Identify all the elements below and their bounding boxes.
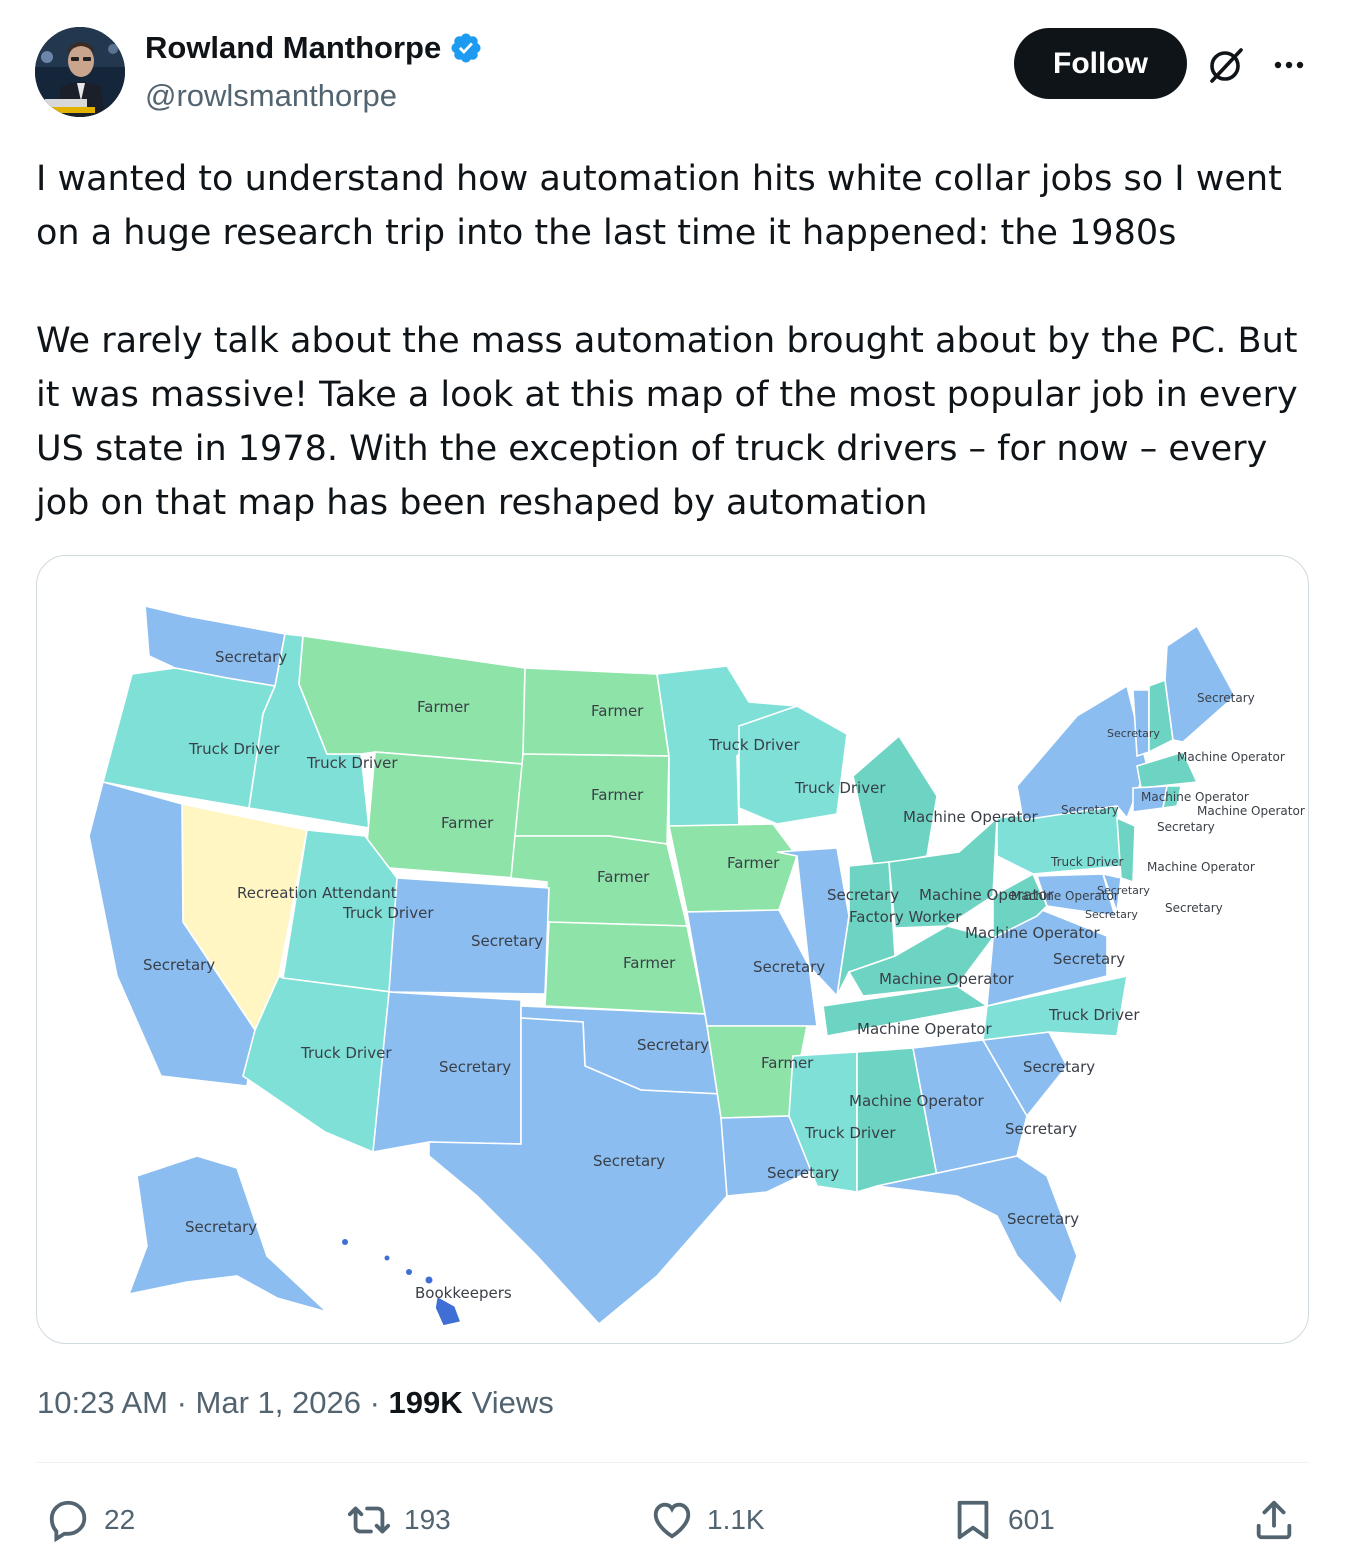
action-bar: 22 193 1.1K 601 [0, 1488, 1347, 1552]
views-label: Views [471, 1385, 554, 1420]
state-label-ms: Truck Driver [804, 1124, 896, 1142]
state-label-ri: Machine Operator [1197, 804, 1305, 818]
map-image[interactable]: Secretary Truck Driver Truck Driver Farmer F… [36, 555, 1309, 1344]
state-label-la: Secretary [767, 1164, 839, 1182]
state-label-nj: Machine Operator [1147, 860, 1255, 874]
bookmark-button[interactable]: 601 [950, 1488, 1055, 1552]
state-label-ks: Farmer [623, 954, 676, 972]
repost-button[interactable]: 193 [346, 1488, 451, 1552]
meta-separator-2: · [360, 1385, 389, 1420]
state-label-ny: Secretary [1061, 803, 1119, 817]
state-label-ma: Machine Operator [1141, 790, 1249, 804]
state-label-nh: Machine Operator [1177, 750, 1285, 764]
state-mi [852, 734, 938, 867]
state-or [102, 667, 277, 809]
state-label-va: Secretary [1053, 950, 1125, 968]
state-label-md: Secretary [1085, 908, 1138, 921]
state-mt [298, 635, 526, 765]
state-label-mo: Secretary [753, 958, 825, 976]
state-label-wa: Secretary [215, 648, 287, 666]
state-label-ca: Secretary [143, 956, 215, 974]
state-label-dc: Secretary [1165, 901, 1223, 915]
author-handle[interactable]: @rowlsmanthorpe [145, 78, 397, 114]
state-label-pa: Truck Driver [1050, 855, 1123, 869]
divider [36, 1462, 1309, 1463]
like-button[interactable]: 1.1K [649, 1488, 765, 1552]
meta-separator: · [167, 1385, 196, 1420]
tweet-date[interactable]: Mar 1, 2026 [196, 1385, 361, 1421]
reply-button[interactable]: 22 [46, 1488, 135, 1552]
state-label-wy: Farmer [441, 814, 494, 832]
state-label-ne: Farmer [597, 868, 650, 886]
state-label-nc: Truck Driver [1048, 1006, 1140, 1024]
state-label-ky: Machine Operator [879, 970, 1015, 988]
state-ny [1016, 684, 1148, 821]
state-label-nm: Secretary [439, 1058, 511, 1076]
state-label-nv: Recreation Attendant [237, 884, 397, 902]
repost-count: 193 [404, 1504, 451, 1535]
state-label-az: Truck Driver [300, 1044, 392, 1062]
state-me [1164, 624, 1237, 743]
state-label-ar: Farmer [761, 1054, 814, 1072]
like-count: 1.1K [707, 1504, 765, 1535]
state-label-ok: Secretary [637, 1036, 709, 1054]
tweet-text: I wanted to understand how automation hi… [36, 152, 1306, 530]
more-icon[interactable] [1266, 42, 1312, 88]
state-label-co: Secretary [471, 932, 543, 950]
state-label-wv: Machine Operator [965, 924, 1101, 942]
author-name-row[interactable]: Rowland Manthorpe [145, 30, 483, 66]
bookmark-icon [957, 1500, 989, 1540]
follow-button[interactable]: Follow [1014, 28, 1187, 99]
state-label-mn: Truck Driver [708, 736, 800, 754]
verified-badge-icon [451, 33, 481, 63]
tweet-paragraph-1: I wanted to understand how automation hi… [36, 159, 1282, 253]
state-label-hi: Bookkeepers [415, 1284, 512, 1302]
hawaii-island-4 [425, 1276, 433, 1284]
author-display-name[interactable]: Rowland Manthorpe [145, 30, 441, 66]
hawaii-island-3 [406, 1269, 412, 1275]
state-label-de: Secretary [1097, 884, 1150, 897]
state-label-tx: Secretary [593, 1152, 665, 1170]
state-label-me: Secretary [1197, 691, 1255, 705]
share-button[interactable] [1251, 1488, 1297, 1552]
share-icon [1256, 1500, 1292, 1540]
hawaii-island-2 [384, 1255, 390, 1261]
us-jobs-map: Secretary Truck Driver Truck Driver Farmer F… [88, 604, 1305, 1327]
state-label-sd: Farmer [591, 786, 644, 804]
tweet-time[interactable]: 10:23 AM [37, 1385, 168, 1421]
views-count: 199K [388, 1385, 463, 1420]
state-label-vt: Secretary [1107, 727, 1160, 740]
repost-icon [347, 1506, 391, 1534]
like-icon [653, 1502, 691, 1539]
state-label-id: Truck Driver [306, 754, 398, 772]
tweet-header: Rowland Manthorpe @rowlsmanthorpe Follow [0, 0, 1347, 130]
state-label-ia: Farmer [727, 854, 780, 872]
hawaii-island-1 [342, 1239, 348, 1245]
state-wi [738, 705, 848, 825]
state-label-ak: Secretary [185, 1218, 257, 1236]
state-label-in2: Factory Worker [849, 908, 962, 926]
reply-icon [49, 1500, 87, 1543]
state-label-wi: Truck Driver [794, 779, 886, 797]
state-label-mi: Machine Operator [903, 808, 1039, 826]
state-label-ut: Truck Driver [342, 904, 434, 922]
state-label-or: Truck Driver [188, 740, 280, 758]
state-label-ct: Secretary [1157, 820, 1215, 834]
state-label-ga: Secretary [1005, 1120, 1077, 1138]
state-nj [1116, 816, 1136, 884]
bookmark-count: 601 [1008, 1504, 1055, 1535]
state-label-il: Secretary [827, 886, 899, 904]
reply-count: 22 [104, 1504, 136, 1535]
state-label-fl: Secretary [1007, 1210, 1079, 1228]
tweet-paragraph-2: We rarely talk about the mass automation… [36, 321, 1298, 523]
state-label-tn: Machine Operator [857, 1020, 993, 1038]
state-label-sc: Secretary [1023, 1058, 1095, 1076]
tweet-meta: 10:23 AM · Mar 1, 2026 · 199K Views [37, 1385, 554, 1421]
state-label-nd: Farmer [591, 702, 644, 720]
grok-icon[interactable] [1203, 42, 1249, 88]
avatar[interactable] [35, 27, 125, 117]
state-label-mt: Farmer [417, 698, 470, 716]
state-label-al: Machine Operator [849, 1092, 985, 1110]
